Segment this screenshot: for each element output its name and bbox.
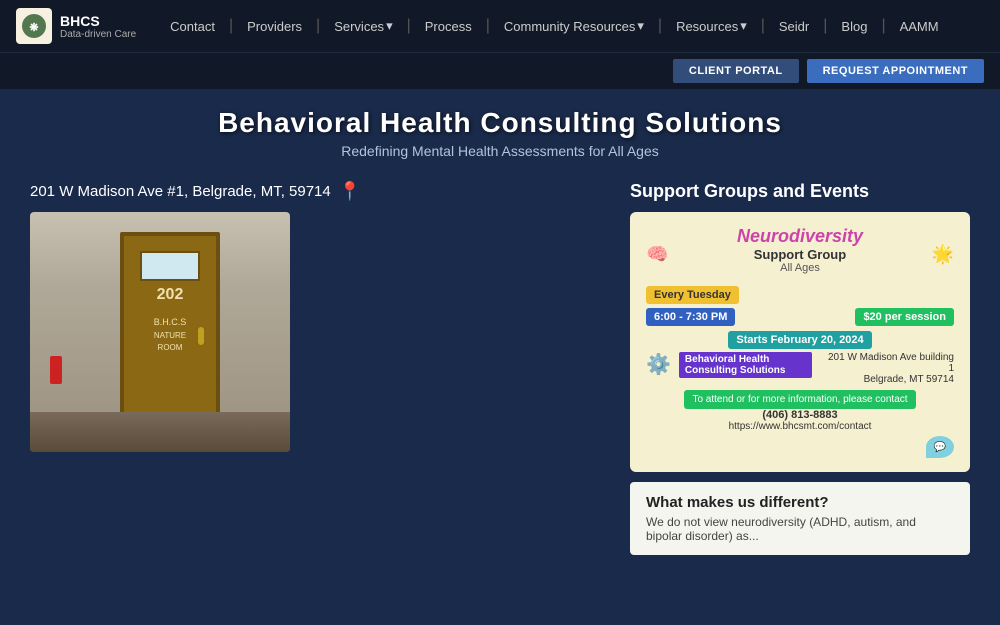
nav-resources[interactable]: Resources ▾ — [666, 12, 757, 40]
svg-text:❋: ❋ — [29, 22, 38, 34]
org-icon: ⚙️ — [646, 352, 671, 377]
flyer-all-ages: All Ages — [737, 262, 863, 274]
left-column: 201 W Madison Ave #1, Belgrade, MT, 5971… — [30, 181, 600, 555]
flyer-price-badge: $20 per session — [855, 308, 954, 326]
nav-community-resources[interactable]: Community Resources ▾ — [494, 12, 654, 40]
resources-chevron-icon: ▾ — [740, 18, 747, 34]
nav-providers[interactable]: Providers — [237, 13, 312, 40]
nav-div-4: | — [486, 17, 490, 35]
flyer-url: https://www.bhcsmt.com/contact — [646, 421, 954, 432]
navbar: ❋ BHCS Data-driven Care Contact | Provid… — [0, 0, 1000, 52]
logo-icon: ❋ — [16, 8, 52, 44]
support-section-title: Support Groups and Events — [630, 181, 970, 202]
different-text: We do not view neurodiversity (ADHD, aut… — [646, 515, 954, 543]
flyer-left-icon: 🧠 — [646, 244, 668, 265]
nav-links: Contact | Providers | Services ▾ | Proce… — [160, 12, 984, 40]
flyer-group-name: Support Group — [737, 247, 863, 262]
flyer-address: 201 W Madison Ave building 1 Belgrade, M… — [820, 352, 954, 385]
flyer-contact-section: To attend or for more information, pleas… — [646, 391, 954, 405]
nav-div-5: | — [658, 17, 662, 35]
location-icon[interactable]: 📍 — [339, 181, 361, 202]
nav-contact[interactable]: Contact — [160, 13, 225, 40]
door-number: 202 — [157, 286, 184, 304]
nav-div-3: | — [407, 17, 411, 35]
hero-subtitle: Redefining Mental Health Assessments for… — [0, 143, 1000, 159]
door-sign: B.H.C.SNATURE ROOM — [147, 316, 193, 354]
flyer-info-row: ⚙️ Behavioral Health Consulting Solution… — [646, 352, 954, 385]
logo-title: BHCS — [60, 13, 136, 29]
client-portal-button[interactable]: CLIENT PORTAL — [673, 59, 799, 83]
door-background: 202 B.H.C.SNATURE ROOM — [30, 212, 290, 452]
logo-text-block: BHCS Data-driven Care — [60, 13, 136, 40]
nav-div-8: | — [881, 17, 885, 35]
nav-div-1: | — [229, 17, 233, 35]
hero-section: Behavioral Health Consulting Solutions R… — [0, 89, 1000, 169]
building-photo: 202 B.H.C.SNATURE ROOM — [30, 212, 290, 452]
fire-extinguisher — [50, 356, 62, 384]
flyer-bhcs-badge: Behavioral Health Consulting Solutions — [679, 352, 813, 378]
nav-seidr[interactable]: Seidr — [769, 13, 819, 40]
flyer-right-icon: 🌟 — [932, 244, 954, 265]
nav-services[interactable]: Services ▾ — [324, 12, 402, 40]
logo-subtitle: Data-driven Care — [60, 29, 136, 40]
flyer-contact-badge: To attend or for more information, pleas… — [684, 390, 915, 409]
flyer-card: 🧠 Neurodiversity Support Group All Ages … — [630, 212, 970, 472]
nav-div-6: | — [761, 17, 765, 35]
hero-title: Behavioral Health Consulting Solutions — [0, 107, 1000, 139]
flyer-starts-badge: Starts February 20, 2024 — [728, 331, 871, 349]
door-handle — [198, 327, 204, 345]
different-title: What makes us different? — [646, 494, 954, 511]
chat-icon: 💬 — [926, 436, 954, 458]
nav-blog[interactable]: Blog — [831, 13, 877, 40]
door-window — [140, 251, 200, 281]
flyer-chat-bubble: 💬 — [646, 436, 954, 458]
flyer-time-badge: 6:00 - 7:30 PM — [646, 308, 735, 326]
services-chevron-icon: ▾ — [386, 18, 393, 34]
door-frame: 202 B.H.C.SNATURE ROOM — [120, 232, 220, 422]
button-row: CLIENT PORTAL REQUEST APPOINTMENT — [0, 52, 1000, 89]
nav-process[interactable]: Process — [415, 13, 482, 40]
main-content: 201 W Madison Ave #1, Belgrade, MT, 5971… — [0, 181, 1000, 555]
request-appointment-button[interactable]: REQUEST APPOINTMENT — [807, 59, 984, 83]
flyer-starts-row: Starts February 20, 2024 — [646, 332, 954, 346]
flyer-phone: (406) 813-8883 — [646, 409, 954, 421]
flyer-schedule-row: Every Tuesday — [646, 286, 954, 304]
address-row: 201 W Madison Ave #1, Belgrade, MT, 5971… — [30, 181, 600, 202]
address-text: 201 W Madison Ave #1, Belgrade, MT, 5971… — [30, 183, 331, 200]
community-chevron-icon: ▾ — [637, 18, 644, 34]
flyer-neurodiversity-title: Neurodiversity — [737, 226, 863, 247]
nav-div-7: | — [823, 17, 827, 35]
different-section: What makes us different? We do not view … — [630, 482, 970, 555]
right-column: Support Groups and Events 🧠 Neurodiversi… — [630, 181, 970, 555]
hallway-floor — [30, 412, 290, 452]
flyer-time-row: 6:00 - 7:30 PM $20 per session — [646, 308, 954, 326]
logo-area[interactable]: ❋ BHCS Data-driven Care — [16, 8, 136, 44]
nav-div-2: | — [316, 17, 320, 35]
nav-aamm[interactable]: AAMM — [890, 13, 949, 40]
flyer-schedule-badge: Every Tuesday — [646, 286, 739, 304]
